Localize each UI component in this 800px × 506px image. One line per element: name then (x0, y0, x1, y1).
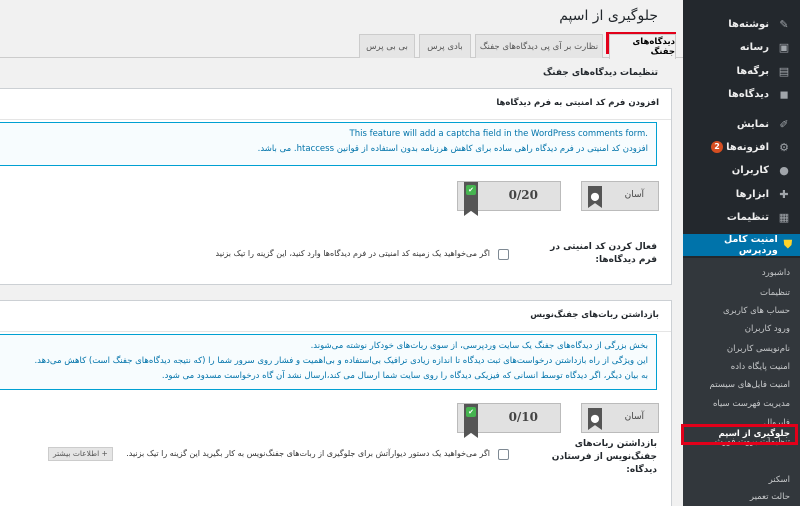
difficulty-level: آسان ⬤ (581, 181, 659, 211)
notice-line: بخش بزرگی از دیدگاه‌های جفنگ یک سایت ورد… (310, 341, 648, 351)
security-meter: آسان ⬤ 0/10 ✔ (457, 403, 659, 439)
submenu-item-user-login[interactable]: ورود کاربران (745, 324, 790, 334)
notice-line: This feature will add a captcha field in… (349, 129, 649, 139)
spambot-notice: بخش بزرگی از دیدگاه‌های جفنگ یک سایت ورد… (0, 334, 657, 390)
users-icon: ● (779, 163, 789, 177)
comments-icon: ◼ (779, 87, 789, 101)
submenu-item-spam-prevention[interactable]: جلوگیری از اسپم (718, 429, 790, 439)
submenu-item-filesystem-security[interactable]: امنیت فایل‌های سیستم (710, 380, 790, 390)
sidebar-item-comments[interactable]: ◼ دیدگاه‌ها (683, 82, 800, 106)
panel-divider (0, 119, 671, 120)
sidebar-item-label: تنظیمات (726, 211, 769, 223)
submenu-item-settings[interactable]: تنظیمات (760, 288, 790, 298)
captcha-panel: افزودن فرم کد امنیتی به فرم دیدگاه‌ها Th… (0, 88, 672, 285)
plugin-icon: ⚙ (779, 140, 789, 154)
sidebar-item-label: افزونه‌ها (726, 141, 769, 153)
sidebar-item-label: رسانه (739, 41, 769, 53)
sidebar-item-appearance[interactable]: ✐ نمایش (683, 112, 800, 136)
tab-buddypress[interactable]: بادی پرس (419, 34, 471, 58)
sidebar-item-label: برگه‌ها (736, 65, 769, 77)
sidebar-item-label: نمایش (736, 118, 769, 130)
wrench-icon: ✚ (779, 187, 789, 201)
page-title: جلوگیری از اسپم (559, 8, 658, 24)
admin-sidebar: ✎ نوشته‌ها ▣ رسانه ▤ برگه‌ها ◼ دیدگاه‌ها ✐ نم… (683, 0, 800, 506)
sidebar-item-label: نوشته‌ها (728, 18, 769, 30)
captcha-notice: This feature will add a captcha field in… (0, 122, 657, 166)
pin-icon: ✎ (779, 17, 789, 31)
sidebar-item-label: کاربران (731, 164, 769, 176)
score-box: 0/20 ✔ (457, 181, 561, 216)
sidebar-item-security-plugin[interactable]: ⛊ امنیت کامل وردپرس (683, 234, 800, 256)
score-box: 0/10 ✔ (457, 403, 561, 438)
brush-icon: ✐ (779, 117, 789, 131)
spambot-panel: بازداشتن ربات‌های جفنگ‌نویس بخش بزرگی از… (0, 300, 672, 506)
difficulty-level: آسان ⬤ (581, 403, 659, 433)
shield-icon: ⛊ (783, 238, 792, 251)
section-heading: تنظیمات دیدگاه‌های جفنگ (542, 68, 658, 78)
submenu-item-firewall[interactable]: فایروال (764, 418, 790, 428)
notice-line: افزودن کد امنیتی در فرم دیدگاه راهی ساده… (257, 144, 648, 154)
settings-icon: ▦ (778, 210, 790, 224)
panel-title: افزودن فرم کد امنیتی به فرم دیدگاه‌ها (496, 98, 659, 108)
sidebar-item-label: امنیت کامل وردپرس (724, 234, 778, 256)
submenu-item-user-registration[interactable]: نام‌نویسی کاربران (727, 344, 790, 354)
submenu-item-user-accounts[interactable]: حساب های کاربری (723, 306, 790, 316)
sidebar-item-pages[interactable]: ▤ برگه‌ها (683, 59, 800, 83)
option-label: بازداشتن ربات‌های جفنگ‌نویس از فرستادن د… (551, 439, 657, 475)
tab-bar: دیدگاه‌های جفنگ نظارت بر آی پی دیدگاه‌ها… (0, 32, 683, 59)
security-meter: آسان ⬤ 0/20 ✔ (457, 181, 659, 217)
sidebar-item-users[interactable]: ● کاربران (683, 158, 800, 182)
submenu-item-scanner[interactable]: اسکنر (769, 475, 790, 485)
sidebar-item-label: ابزارها (735, 188, 769, 200)
option-label: فعال کردن کد امنیتی در فرم دیدگاه‌ها: (550, 242, 657, 265)
tab-spam-ip-monitoring[interactable]: نظارت بر آی پی دیدگاه‌های جفنگ (475, 34, 603, 58)
submenu-item-database-security[interactable]: امنیت پایگاه داده (731, 362, 790, 372)
score-value: 0/20 (508, 188, 538, 202)
difficulty-label: آسان (624, 412, 644, 422)
panel-divider (0, 331, 671, 332)
score-shield-icon: ✔ (464, 404, 478, 438)
notice-line: این ویژگی از راه بازداشتن درخواست‌های ثب… (34, 356, 648, 366)
difficulty-label: آسان (624, 190, 644, 200)
sidebar-item-media[interactable]: ▣ رسانه (683, 35, 800, 59)
pages-icon: ▤ (778, 64, 790, 78)
sidebar-item-tools[interactable]: ✚ ابزارها (683, 182, 800, 206)
plugin-submenu: داشبورد تنظیمات حساب های کاربری ورود کار… (683, 258, 800, 506)
submenu-item-maintenance[interactable]: حالت تعمیر (750, 492, 790, 502)
tab-spam-comments[interactable]: دیدگاه‌های جفنگ (609, 34, 676, 59)
block-spambots-checkbox[interactable] (498, 449, 509, 460)
score-value: 0/10 (508, 410, 538, 424)
tab-bbpress[interactable]: بی بی پرس (359, 34, 415, 58)
sidebar-item-plugins[interactable]: ⚙ افزونه‌ها 2 (683, 135, 800, 159)
more-info-button[interactable]: + اطلاعات بیشتر (48, 447, 113, 461)
submenu-item-dashboard[interactable]: داشبورد (762, 268, 790, 278)
update-count-badge: 2 (711, 141, 724, 153)
sidebar-item-label: دیدگاه‌ها (728, 88, 769, 100)
level-shield-icon: ⬤ (588, 408, 602, 430)
option-description: اگر می‌خواهید یک دستور دیوارآتش برای جلو… (126, 449, 490, 458)
enable-captcha-checkbox[interactable] (498, 249, 509, 260)
sidebar-item-posts[interactable]: ✎ نوشته‌ها (683, 12, 800, 36)
sidebar-item-settings[interactable]: ▦ تنظیمات (683, 205, 800, 229)
level-shield-icon: ⬤ (588, 186, 602, 208)
submenu-item-blacklist[interactable]: مدیریت فهرست سیاه (713, 399, 790, 409)
notice-line: به بیان دیگر، اگر دیدگاه توسط انسانی که … (161, 371, 648, 381)
media-icon: ▣ (778, 40, 790, 54)
score-shield-icon: ✔ (464, 182, 478, 216)
panel-title: بازداشتن ربات‌های جفنگ‌نویس (530, 310, 659, 320)
option-description: اگر می‌خواهید یک زمینه کد امنیتی در فرم … (215, 249, 490, 258)
